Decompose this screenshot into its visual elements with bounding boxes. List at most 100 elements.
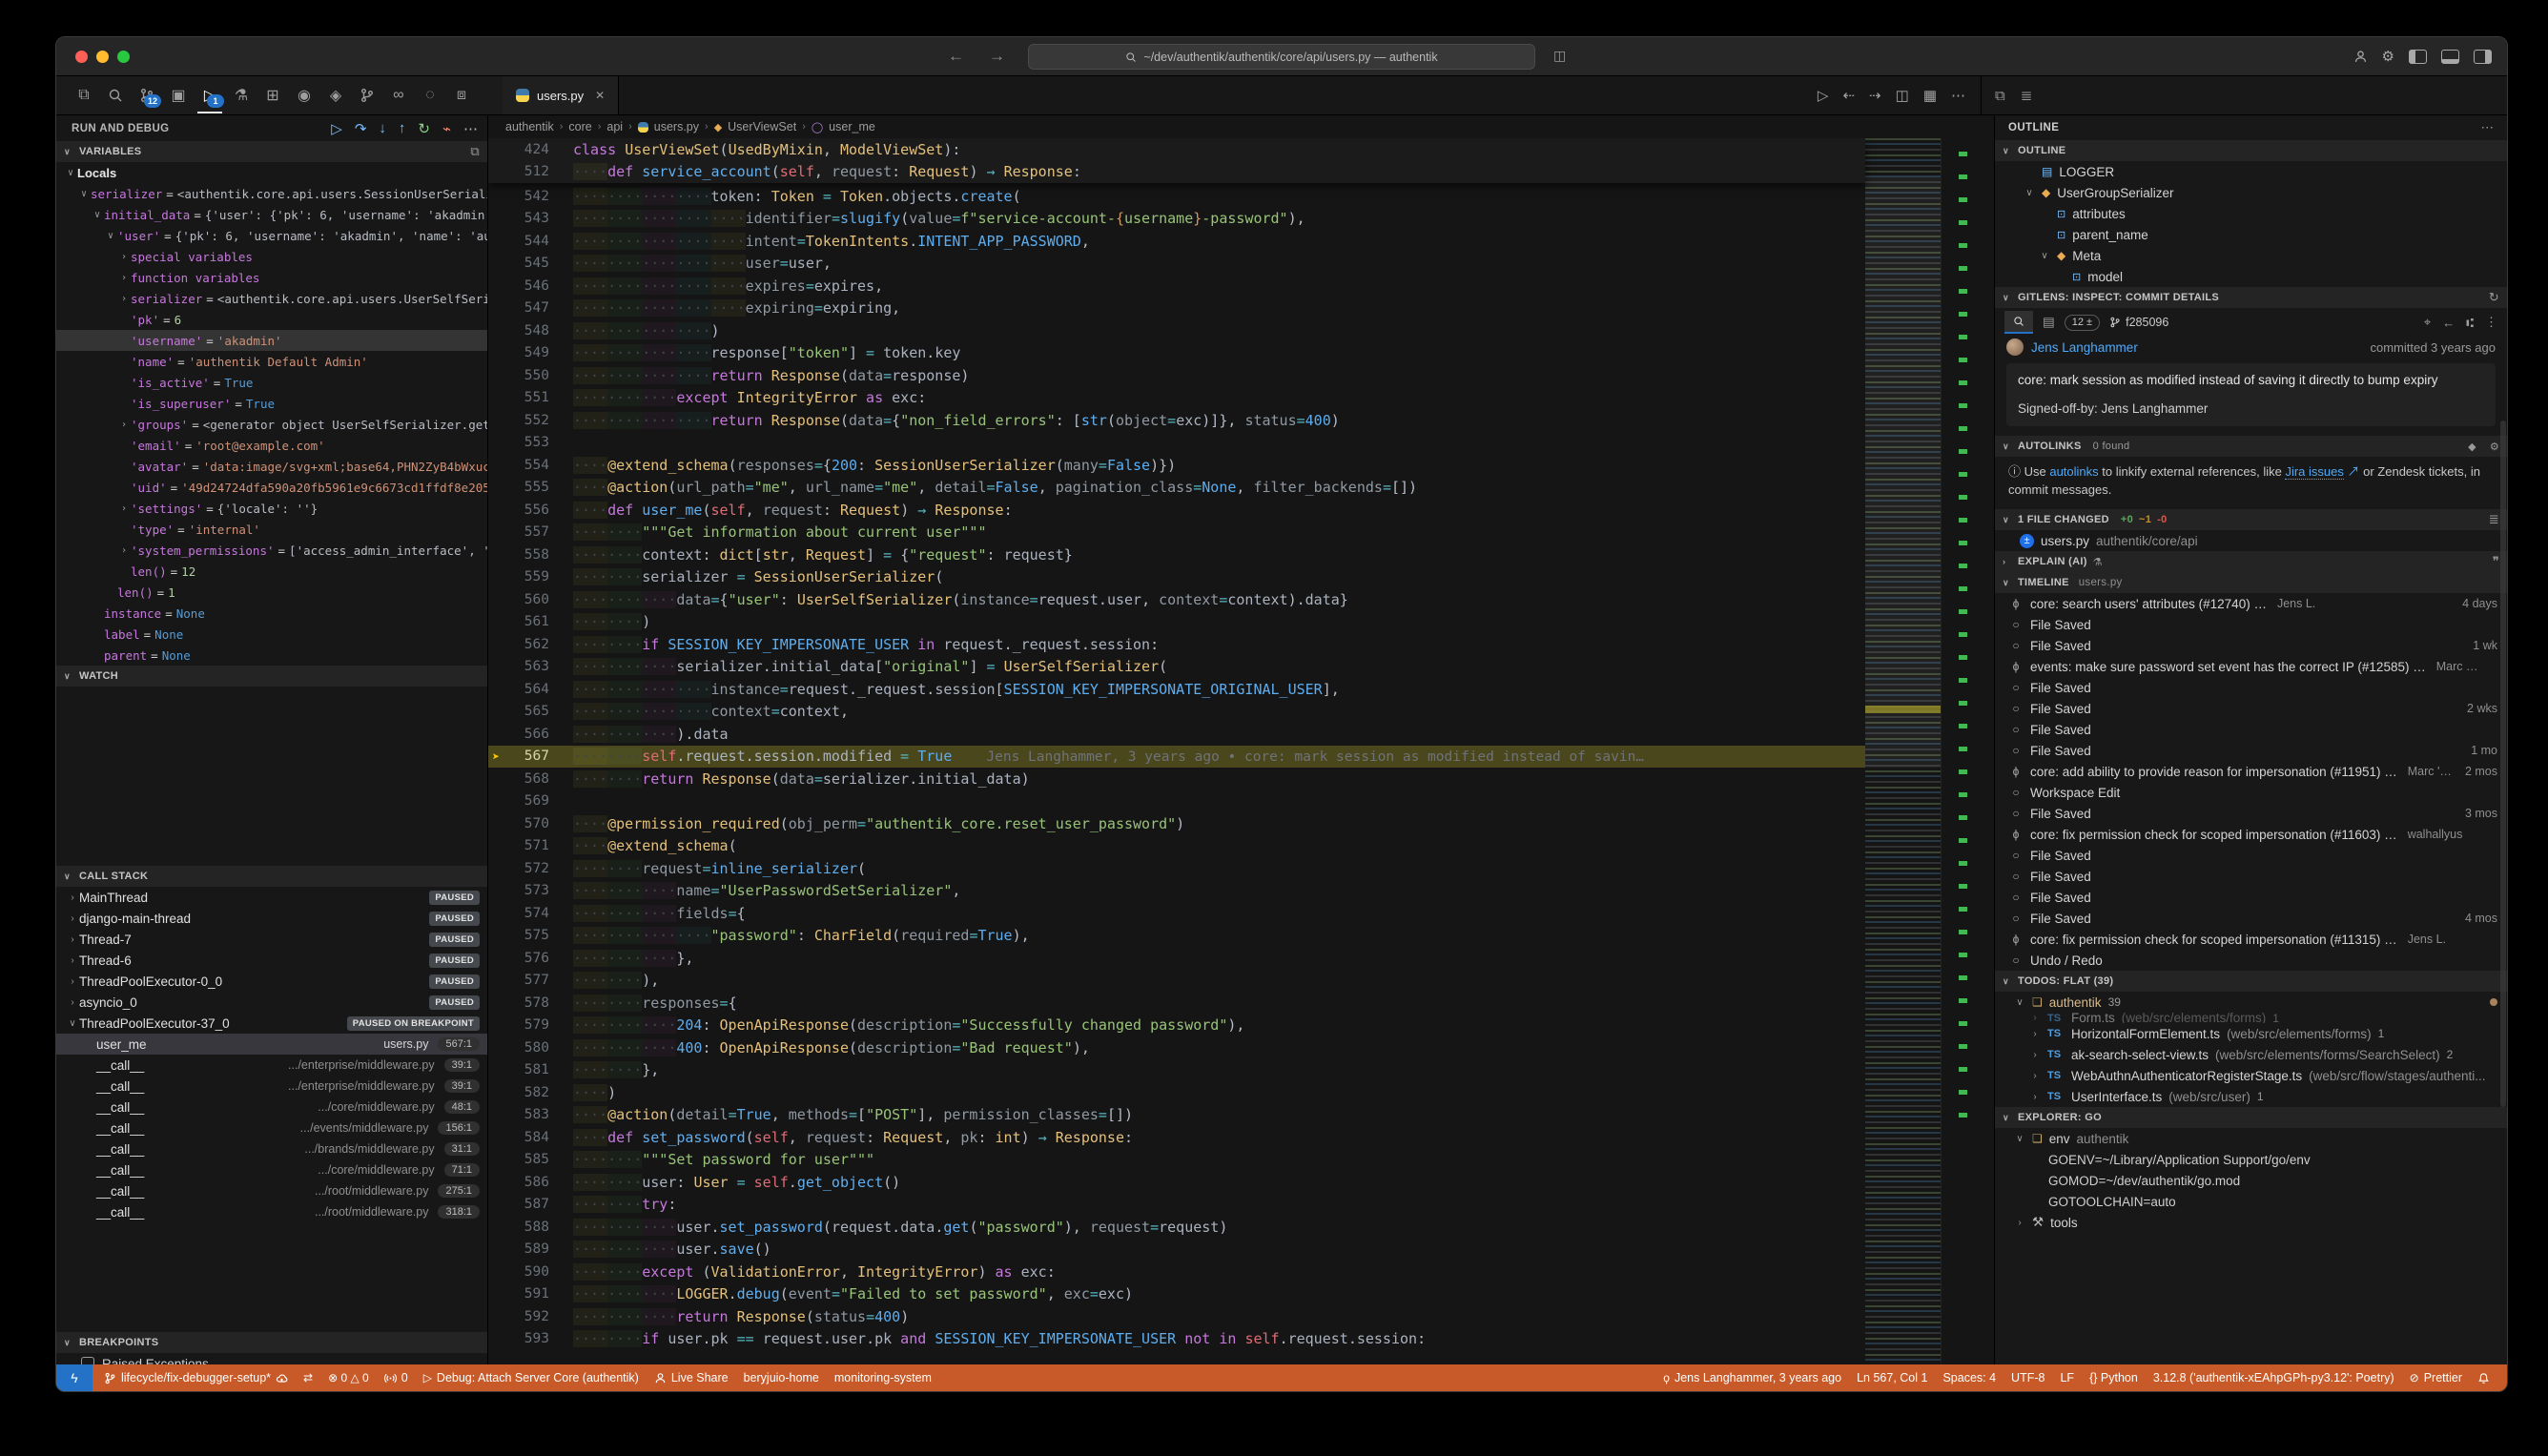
beryjuio-home-item[interactable]: beryjuio-home [736, 1371, 827, 1384]
call-stack-thread[interactable]: ›MainThreadPAUSED [56, 887, 487, 908]
split-editor-icon[interactable]: ◫ [1896, 87, 1909, 104]
code-line[interactable]: 549················response["token"] = t… [488, 342, 1865, 365]
cursor-position-item[interactable]: Ln 567, Col 1 [1849, 1371, 1935, 1384]
code-line[interactable]: 556····def user_me(self, request: Reques… [488, 499, 1865, 522]
code-line[interactable]: 591············LOGGER.debug(event="Faile… [488, 1283, 1865, 1306]
problems-item[interactable]: ⊗ 0 △ 0 [320, 1371, 377, 1384]
variable-row[interactable]: 'username'='akadmin' [56, 330, 487, 351]
jira-issues-link[interactable]: Jira issues [2285, 464, 2343, 480]
code-line[interactable]: 587········try: [488, 1194, 1865, 1217]
breadcrumb-item[interactable]: api [606, 120, 623, 133]
code-line[interactable]: 577········), [488, 970, 1865, 993]
code-line[interactable]: 570····@permission_required(obj_perm="au… [488, 812, 1865, 835]
code-line[interactable]: 565················context=context, [488, 701, 1865, 724]
code-line[interactable]: 576············}, [488, 947, 1865, 970]
variable-row[interactable]: ›function variables [56, 267, 487, 288]
editor-layout-icon[interactable]: ◫ [1553, 48, 1566, 64]
variable-row[interactable]: label=None [56, 624, 487, 645]
variable-row[interactable]: ∨Locals [56, 162, 487, 183]
code-line[interactable]: 542················token: Token = Token.… [488, 185, 1865, 208]
code-line[interactable]: 589············user.save() [488, 1239, 1865, 1261]
sticky-line[interactable]: 424class UserViewSet(UsedByMixin, ModelV… [488, 138, 1865, 161]
call-stack-frame[interactable]: __call__.../enterprise/middleware.py39:1 [56, 1076, 487, 1097]
breadcrumb-item[interactable]: users.py [654, 120, 699, 133]
variable-row[interactable]: parent=None [56, 645, 487, 666]
call-stack-frame[interactable]: __call__.../events/middleware.py156:1 [56, 1118, 487, 1138]
variable-row[interactable]: 'email'='root@example.com' [56, 435, 487, 456]
back-icon[interactable]: ← [2442, 316, 2455, 330]
close-tab-icon[interactable]: ✕ [595, 89, 605, 102]
sync-item[interactable]: ⇄ [296, 1371, 320, 1384]
code-line[interactable]: 582····) [488, 1081, 1865, 1104]
autolinks-add-icon[interactable]: ◆ [2468, 441, 2476, 453]
call-stack-thread[interactable]: ›Thread-7PAUSED [56, 929, 487, 950]
autolinks-settings-icon[interactable]: ⚙ [2490, 441, 2499, 453]
timeline-item[interactable]: ϕcore: fix permission check for scoped i… [1995, 929, 2507, 950]
variable-row[interactable]: ›serializer=<authentik.core.api.users.Us… [56, 288, 487, 309]
interpreter-item[interactable]: 3.12.8 ('authentik-xEAhpGPh-py3.12': Poe… [2146, 1371, 2402, 1384]
explorer-icon[interactable]: ⧉ [72, 77, 96, 113]
watch-section-header[interactable]: ∨ WATCH [56, 666, 487, 687]
remote-indicator[interactable]: ϟ [56, 1364, 92, 1391]
timeline-item[interactable]: ○File Saved1 mo [1995, 740, 2507, 761]
call-stack-thread[interactable]: ›asyncio_0PAUSED [56, 992, 487, 1013]
variable-row[interactable]: 'avatar'='data:image/svg+xml;base64,PHN2… [56, 456, 487, 477]
timeline-item[interactable]: ○File Saved4 mos [1995, 908, 2507, 929]
explorer-go-item[interactable]: ∨❏envauthentik [1995, 1128, 2507, 1149]
todo-item[interactable]: ›TSak-search-select-view.ts(web/src/elem… [1995, 1044, 2507, 1065]
zoom-window-button[interactable] [117, 51, 130, 63]
explain-ai-section-header[interactable]: › EXPLAIN (AI) ⚗ ❞ [1995, 551, 2507, 572]
run-python-icon[interactable]: ▷ [1818, 87, 1829, 104]
branch-item[interactable]: lifecycle/fix-debugger-setup* [96, 1371, 296, 1384]
variable-row[interactable]: ∨serializer=<authentik.core.api.users.Se… [56, 183, 487, 204]
explorer-go-section-header[interactable]: ∨ EXPLORER: GO [1995, 1107, 2507, 1128]
scrollbar-thumb[interactable] [2500, 420, 2506, 1107]
timeline-item[interactable]: ○Undo / Redo [1995, 950, 2507, 971]
timeline-item[interactable]: ○File Saved1 wk [1995, 635, 2507, 656]
ports-item[interactable]: 0 [377, 1371, 416, 1384]
timeline-item[interactable]: ○File Saved2 wks [1995, 698, 2507, 719]
timeline-item[interactable]: ○Workspace Edit [1995, 782, 2507, 803]
code-line[interactable]: 583····@action(detail=True, methods=["PO… [488, 1104, 1865, 1127]
variable-row[interactable]: instance=None [56, 603, 487, 624]
code-line[interactable]: 571····@extend_schema( [488, 835, 1865, 858]
variables-section-header[interactable]: ∨ VARIABLES ⧉ [56, 141, 487, 162]
code-line[interactable]: 578········responses={ [488, 992, 1865, 1015]
gitlens-icon[interactable]: ◈ [323, 77, 348, 113]
step-out-icon[interactable]: ↑ [399, 120, 406, 137]
disconnect-icon[interactable]: ⌁ [442, 120, 451, 137]
record-icon[interactable]: ◌ [418, 77, 442, 113]
pin-icon[interactable]: ⌖ [2424, 315, 2431, 330]
code-line[interactable]: 588············user.set_password(request… [488, 1216, 1865, 1239]
github-icon[interactable]: ◉ [292, 77, 317, 113]
explorer-go-item[interactable]: ›⚒tools [1995, 1212, 2507, 1233]
nav-back-icon[interactable]: ← [948, 47, 964, 66]
live-share-item[interactable]: Live Share [647, 1371, 736, 1384]
explorer-go-item[interactable]: GOENV=~/Library/Application Support/go/e… [1995, 1149, 2507, 1170]
blame-item[interactable]: ϙJens Langhammer, 3 years ago [1655, 1371, 1849, 1384]
outline-item[interactable]: ∨◆Meta [1995, 245, 2507, 266]
code-line[interactable]: 553 [488, 432, 1865, 455]
timeline-item[interactable]: ○File Saved [1995, 887, 2507, 908]
code-line[interactable]: 569 [488, 790, 1865, 813]
search-icon[interactable] [103, 77, 128, 113]
code-line[interactable]: 548················) [488, 319, 1865, 342]
timeline-section-header[interactable]: ∨ TIMELINE users.py [1995, 572, 2507, 593]
files-changed-section-header[interactable]: ∨ 1 FILE CHANGED +0 ~1 -0 ≣ [1995, 509, 2507, 530]
code-line[interactable]: 592············return Response(status=40… [488, 1305, 1865, 1328]
call-stack-frame[interactable]: __call__.../root/middleware.py275:1 [56, 1180, 487, 1201]
breadcrumb-item[interactable]: user_me [829, 120, 875, 133]
code-line[interactable]: 551············except IntegrityError as … [488, 387, 1865, 410]
call-stack-thread[interactable]: ›ThreadPoolExecutor-0_0PAUSED [56, 971, 487, 992]
language-item[interactable]: {} Python [2082, 1371, 2146, 1384]
todo-item[interactable]: ›TSUserInterface.ts(web/src/user)1 [1995, 1086, 2507, 1107]
code-line[interactable]: 581········}, [488, 1059, 1865, 1082]
code-line[interactable]: 561········) [488, 611, 1865, 634]
secondary-sidebar-icon-2[interactable]: ≣ [2021, 87, 2033, 104]
autolinks-section-header[interactable]: ∨ AUTOLINKS 0 found ◆ ⚙ [1995, 436, 2507, 457]
remote-explorer-icon[interactable]: ▣ [166, 77, 191, 113]
bell-item[interactable] [2470, 1372, 2497, 1384]
nav-forward-icon[interactable]: → [989, 47, 1005, 66]
breakpoint-gutter[interactable]: ➤ [488, 748, 503, 765]
explorer-go-item[interactable]: GOMOD=~/dev/authentik/go.mod [1995, 1170, 2507, 1191]
